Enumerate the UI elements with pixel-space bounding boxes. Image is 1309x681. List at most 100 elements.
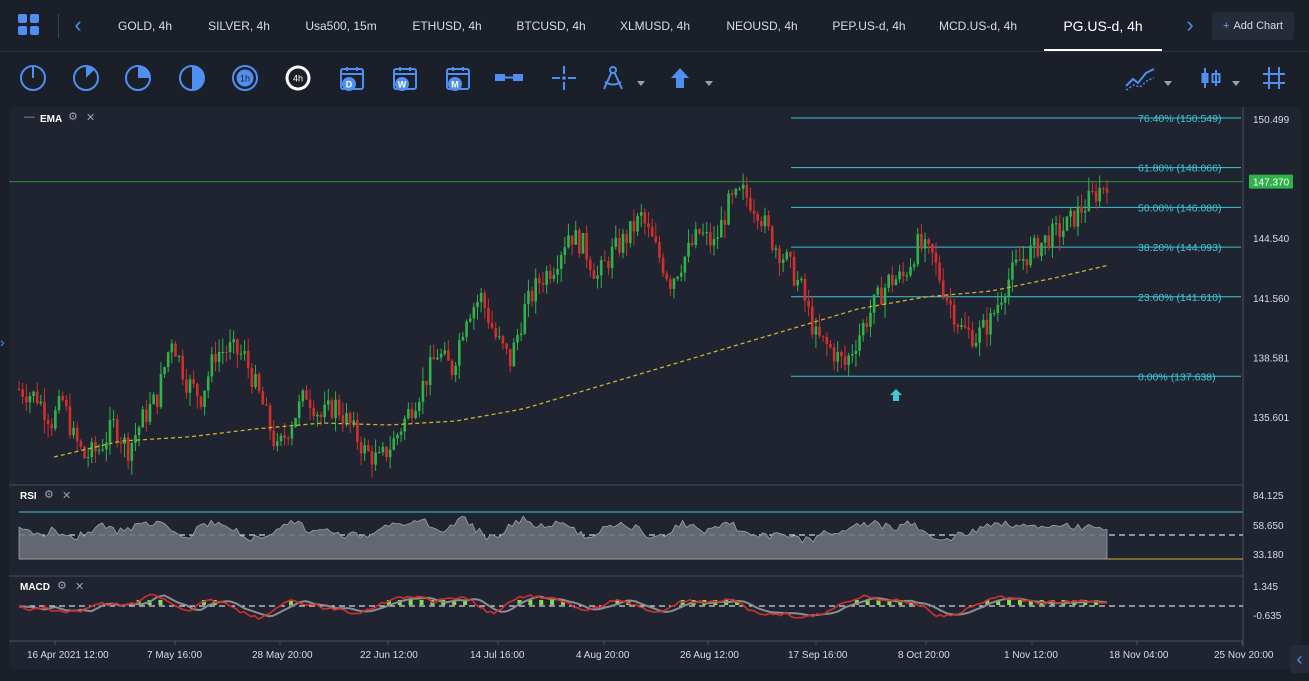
rsi-settings-icon[interactable]: ⚙ [44,488,54,501]
candle-body [636,215,639,232]
candle-body [1102,187,1105,189]
candle-body [552,274,556,279]
macd-close-icon[interactable]: ✕ [75,580,84,593]
candle-body [592,270,596,279]
crosshair-icon[interactable] [550,64,578,92]
candle-body [829,344,832,348]
tab-btcusd[interactable]: BTCUSD, 4h [514,0,588,52]
calendar-month-icon[interactable]: M [444,64,472,92]
chart-type-dropdown-icon[interactable] [1232,74,1240,86]
candle-body [345,413,348,424]
left-panel-toggle-icon[interactable]: › [0,334,8,352]
candle-body [876,287,880,295]
clock-4h-icon[interactable]: 4h [284,64,312,92]
candle-body [781,259,785,263]
candle-body [923,239,927,249]
tab-neousd[interactable]: NEOUSD, 4h [722,0,802,52]
candlestick-type-icon[interactable] [1196,64,1224,92]
price-tick-label: 144.540 [1253,234,1290,245]
tab-usa500[interactable]: Usa500, 15m [300,0,382,52]
candle-body [225,352,228,354]
candle-body [683,256,687,273]
candle-body [1029,245,1032,266]
candle-body [417,401,421,411]
indicators-icon[interactable] [1124,64,1156,92]
ema-settings-icon[interactable]: ⚙ [68,110,78,123]
rsi-close-icon[interactable]: ✕ [62,489,71,502]
tab-mcd[interactable]: MCD.US-d, 4h [936,0,1020,52]
candle-body [763,215,767,227]
time-tick-label: 4 Aug 20:00 [576,650,630,661]
candle-body [461,336,465,341]
candle-body [396,434,399,439]
candle-body [672,278,676,289]
candle-body [745,184,749,198]
fib-level-label: 38.20% (144.093) [1138,242,1221,254]
arrow-up-icon[interactable] [666,64,694,92]
candle-body [326,400,330,405]
macd-tick-label: 1.345 [1253,582,1278,593]
tab-xlmusd[interactable]: XLMUSD, 4h [618,0,692,52]
arrow-dropdown-icon[interactable] [705,74,713,86]
clock-eighth-icon[interactable] [72,64,100,92]
clock-1h-icon[interactable]: 1h [231,64,259,92]
clock-half-icon[interactable] [178,64,206,92]
right-panel-toggle-icon[interactable]: ‹ [1290,645,1309,673]
layout-grid-icon[interactable] [18,14,40,36]
range-selector-icon[interactable] [494,64,524,92]
candle-body [283,435,286,439]
candle-body [523,304,527,334]
candle-body [1094,191,1098,202]
drawing-compass-icon[interactable] [599,64,627,92]
add-chart-button[interactable]: + Add Chart [1212,12,1294,40]
candle-body [1105,188,1109,193]
chart-toolbar: 1h 4h D W M [0,52,1309,102]
macd-label: MACD [20,582,50,593]
chart-panel[interactable]: 76.40% (150.549) 61.80% (148.066) 50.00% (… [9,107,1301,669]
candle-body [1047,235,1051,248]
tab-pep[interactable]: PEP.US-d, 4h [830,0,908,52]
ema-close-icon[interactable]: ✕ [86,111,95,124]
candle-body [770,226,774,251]
tab-gold[interactable]: GOLD, 4h [110,0,180,52]
tab-ethusd[interactable]: ETHUSD, 4h [410,0,484,52]
time-tick-label: 14 Jul 16:00 [470,650,525,661]
candle-body [155,394,159,408]
candle-body [752,210,756,214]
candle-body [137,427,141,436]
calendar-day-icon[interactable]: D [338,64,366,92]
clock-quarter-icon[interactable] [19,64,47,92]
ema-collapse-icon[interactable]: — [24,111,35,123]
calendar-week-icon[interactable]: W [391,64,419,92]
candle-body [1065,216,1069,231]
candle-body [377,452,381,454]
macd-settings-icon[interactable]: ⚙ [57,579,67,592]
candle-body [767,215,770,227]
candle-body [901,271,905,276]
indicators-dropdown-icon[interactable] [1164,74,1172,86]
clock-quarter-filled-icon[interactable] [124,64,152,92]
candle-body [563,247,567,256]
candle-body [130,442,134,461]
candle-body [760,220,763,227]
tab-silver[interactable]: SILVER, 4h [204,0,274,52]
candle-body [443,350,447,354]
candle-body [1032,237,1036,246]
drawing-dropdown-icon[interactable] [637,74,645,86]
candle-body [428,357,432,386]
tabs-scroll-right-icon[interactable]: › [1182,14,1198,36]
price-chart[interactable]: 76.40% (150.549) 61.80% (148.066) 50.00% (… [9,107,1301,669]
candle-body [290,427,294,439]
candle-body [534,278,538,302]
candle-body [774,248,778,251]
grid-toggle-icon[interactable] [1260,64,1288,92]
candle-body [392,438,396,450]
candle-body [236,339,239,355]
candle-body [465,321,468,337]
candle-body [596,275,599,279]
tab-pg-active[interactable]: PG.US-d, 4h [1044,0,1162,51]
candle-body [588,259,592,271]
tabs-scroll-left-icon[interactable]: ‹ [70,14,86,36]
macd-histogram-bar [419,600,424,605]
candle-body [141,409,145,428]
